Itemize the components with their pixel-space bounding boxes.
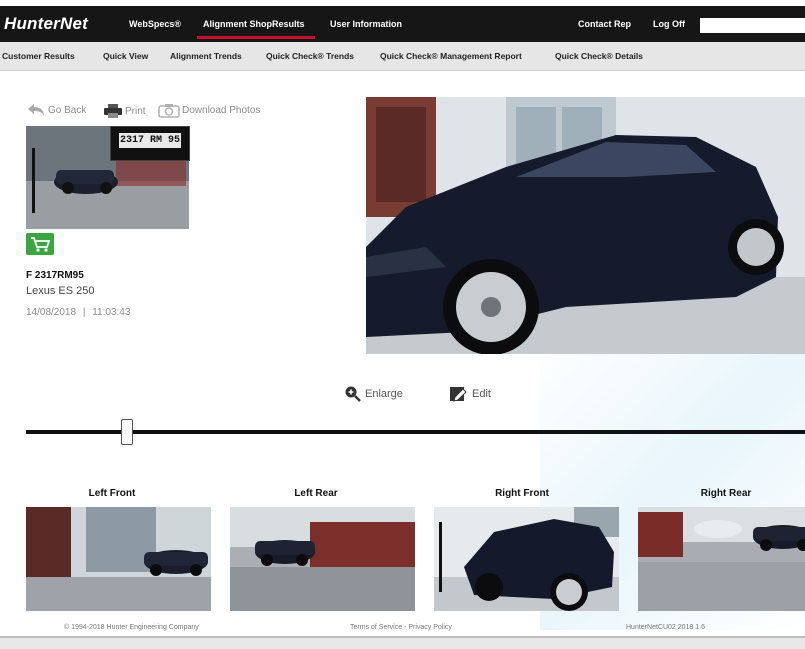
download-photos-label: Download Photos (182, 105, 261, 116)
datetime-separator: | (82, 307, 86, 318)
nav-webspecs[interactable]: WebSpecs® (129, 19, 181, 29)
footer-links: Terms of Service - Privacy Policy (350, 624, 452, 631)
inspection-datetime: 14/08/2018 | 11:03:43 (26, 307, 130, 318)
go-back-icon (28, 104, 44, 116)
nav-log-off[interactable]: Log Off (653, 19, 685, 29)
nav-user-information[interactable]: User Information (330, 19, 402, 29)
go-back-label: Go Back (48, 104, 87, 116)
subnav-quick-check-trends[interactable]: Quick Check® Trends (266, 51, 354, 61)
search-input[interactable] (700, 18, 805, 33)
printer-icon (104, 104, 122, 118)
footer-copyright: © 1994-2018 Hunter Engineering Company (64, 624, 199, 631)
thumbnail-right-rear[interactable] (638, 507, 805, 611)
nav-contact-rep[interactable]: Contact Rep (578, 19, 631, 29)
vehicle-plate-id: F 2317RM95 (26, 270, 84, 281)
nav-alignment-shopresults[interactable]: Alignment ShopResults (203, 19, 305, 29)
license-plate-overlay: 2317 RM 95 (110, 126, 190, 161)
thumbnail-label-left-front: Left Front (88, 488, 136, 499)
edit-button[interactable]: Edit (449, 385, 491, 403)
inspection-date: 14/08/2018 (26, 307, 77, 318)
photo-slider-handle[interactable] (121, 419, 134, 445)
privacy-policy-link[interactable]: Privacy Policy (408, 624, 452, 631)
subnav-quick-check-details[interactable]: Quick Check® Details (555, 51, 643, 61)
thumbnail-left-rear-scene (230, 507, 415, 611)
edit-label: Edit (472, 388, 491, 400)
enlarge-label: Enlarge (365, 388, 403, 400)
thumbnail-right-front-scene (434, 507, 619, 611)
bottom-border-strip (0, 636, 805, 649)
subnav-alignment-trends[interactable]: Alignment Trends (170, 51, 242, 61)
top-navigation-bar: HunterNet WebSpecs® Alignment ShopResult… (0, 6, 805, 42)
thumbnail-label-right-front: Right Front (495, 488, 549, 499)
sub-navigation-bar: Customer Results Quick View Alignment Tr… (0, 42, 805, 71)
print-label: Print (125, 105, 146, 117)
license-plate-text: 2317 RM 95 (119, 133, 181, 148)
active-tab-indicator (197, 36, 315, 39)
vehicle-model: Lexus ES 250 (26, 285, 95, 297)
thumbnail-left-rear[interactable] (230, 507, 415, 611)
thumbnail-label-right-rear: Right Rear (700, 488, 752, 499)
inspection-time: 11:03:43 (92, 307, 131, 318)
subnav-customer-results[interactable]: Customer Results (2, 51, 75, 61)
cart-icon[interactable] (26, 233, 54, 255)
thumbnail-label-left-rear: Left Rear (294, 488, 338, 499)
photo-slider-track[interactable] (26, 430, 805, 434)
thumbnail-right-front[interactable] (434, 507, 619, 611)
go-back-button[interactable]: Go Back (26, 103, 86, 117)
magnifier-plus-icon (345, 386, 361, 402)
terms-of-service-link[interactable]: Terms of Service (350, 624, 402, 631)
thumbnail-left-front[interactable] (26, 507, 211, 611)
cart-badge-glyph (31, 237, 51, 252)
edit-pencil-icon (450, 387, 467, 402)
enlarge-button[interactable]: Enlarge (344, 385, 403, 403)
footer-version: HunterNetCU02 2018 1.6 (626, 624, 705, 631)
main-photo-scene (366, 97, 805, 354)
thumbnail-right-rear-scene (638, 507, 805, 611)
camera-icon (158, 104, 180, 118)
print-button[interactable]: Print (103, 103, 146, 119)
thumbnail-left-front-scene (26, 507, 211, 611)
subnav-quick-view[interactable]: Quick View (103, 51, 148, 61)
hunternet-logo[interactable]: HunterNet (4, 14, 88, 34)
main-vehicle-photo[interactable] (366, 97, 805, 354)
page-footer: © 1994-2018 Hunter Engineering Company T… (0, 621, 805, 636)
download-photos-button[interactable]: Download Photos (158, 103, 260, 118)
subnav-quick-check-management-report[interactable]: Quick Check® Management Report (380, 51, 522, 61)
